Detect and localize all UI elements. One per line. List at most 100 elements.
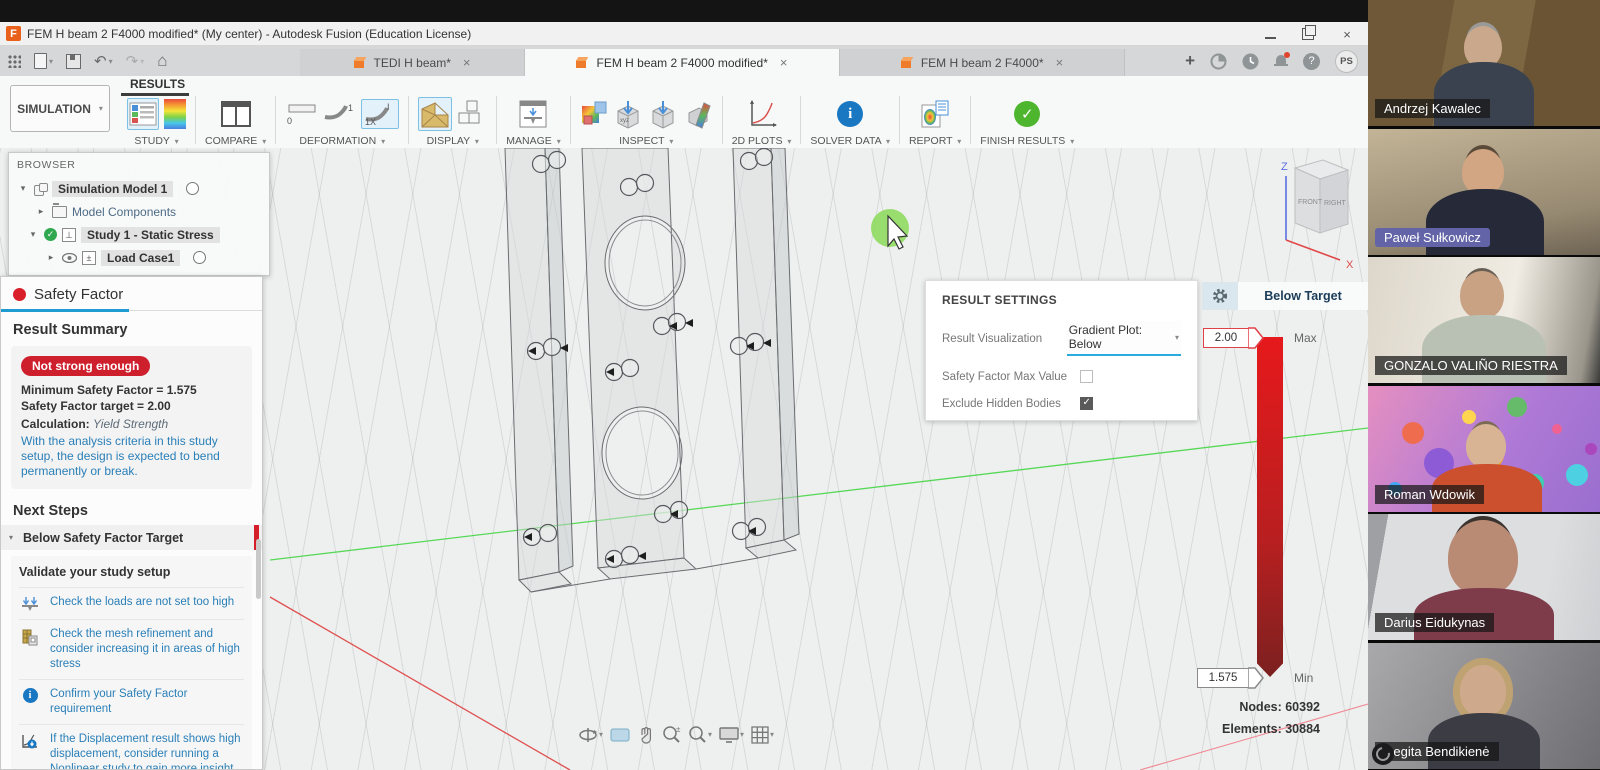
study-details-button[interactable] (127, 98, 159, 130)
deformation-actual-button[interactable]: 1 (322, 101, 356, 127)
fusion-logo-icon: F (6, 26, 21, 41)
meeting-overlay-button[interactable] (1372, 743, 1394, 765)
legend-title: Below Target (1238, 289, 1368, 303)
look-at-button[interactable] (610, 727, 630, 743)
group-label[interactable]: DISPLAY ▾ (427, 135, 479, 147)
next-step-item[interactable]: If the Displacement result shows high di… (19, 724, 244, 770)
group-label[interactable]: FINISH RESULTS ▾ (980, 135, 1074, 147)
deformation-scaled-button[interactable]: I1X (361, 99, 399, 129)
pan-button[interactable] (637, 726, 655, 744)
minimize-button[interactable] (1265, 29, 1276, 39)
participant-tile[interactable]: GONZALO VALIÑO RIESTRA (1368, 257, 1600, 383)
save-icon[interactable] (66, 54, 81, 69)
collapse-icon[interactable]: ▾ (9, 533, 23, 542)
result-visualization-dropdown[interactable]: Gradient Plot: Below ▾ (1067, 321, 1181, 356)
status-badge: Not strong enough (21, 356, 150, 376)
group-label[interactable]: DEFORMATION ▾ (299, 135, 385, 147)
result-summary-heading: Result Summary (1, 312, 262, 342)
new-tab-button[interactable]: + (1185, 51, 1195, 71)
deformation-none-button[interactable]: 0 (285, 101, 317, 127)
component-icon (34, 183, 47, 195)
display-mesh-button[interactable] (418, 97, 452, 131)
group-label[interactable]: REPORT ▾ (909, 135, 961, 147)
group-label[interactable]: STUDY ▾ (134, 135, 178, 147)
activate-radio[interactable] (186, 182, 199, 195)
workspace-selector[interactable]: SIMULATION▾ (10, 85, 110, 132)
2d-plots-button[interactable] (746, 99, 778, 129)
info-icon: i (23, 688, 38, 703)
svg-text:1X: 1X (365, 117, 376, 127)
display-wireframe-button[interactable] (457, 99, 487, 129)
activate-radio[interactable] (193, 251, 206, 264)
redo-button[interactable]: ↷▾ (126, 52, 145, 70)
tree-item-load-case[interactable]: ▸ ± Load Case1 (17, 246, 261, 269)
manage-button[interactable] (518, 99, 548, 129)
next-step-item[interactable]: Check the loads are not set too high (19, 587, 244, 619)
document-tab-tedi[interactable]: TEDI H beam* × (300, 49, 525, 76)
file-menu-button[interactable]: ▾ (34, 53, 53, 69)
clock-icon[interactable] (1242, 53, 1259, 70)
job-status-icon[interactable] (1210, 53, 1227, 70)
display-settings-button[interactable]: ▾ (719, 726, 744, 743)
inspect-point-xyz-button[interactable]: xyz (613, 99, 643, 129)
fit-button[interactable]: ▾ (688, 725, 712, 744)
panel-scrollbar[interactable] (256, 539, 261, 599)
participant-tile[interactable]: Paweł Sułkowicz (1368, 129, 1600, 255)
tree-item-simulation-model[interactable]: ▾ Simulation Model 1 (17, 177, 261, 200)
tree-label: Model Components (72, 205, 176, 219)
undo-button[interactable]: ↶▾ (94, 52, 113, 70)
expand-icon[interactable]: ▸ (35, 206, 47, 217)
legend-settings-button[interactable] (1202, 282, 1238, 310)
restore-button[interactable] (1302, 28, 1314, 40)
grid-settings-button[interactable]: ▾ (751, 726, 774, 744)
below-target-section-header[interactable]: ▾ Below Safety Factor Target (1, 525, 262, 550)
zoom-button[interactable]: ± (662, 725, 681, 744)
expand-icon[interactable]: ▾ (17, 183, 29, 194)
visibility-eye-icon[interactable] (62, 253, 77, 263)
nonlinear-study-icon (21, 733, 39, 750)
group-label[interactable]: SOLVER DATA ▾ (810, 135, 890, 147)
document-tab-f4000[interactable]: FEM H beam 2 F4000* × (840, 49, 1125, 76)
study-legend-button[interactable] (164, 99, 186, 129)
ribbon-tab-results[interactable]: RESULTS (130, 77, 185, 91)
group-label[interactable]: 2D PLOTS ▾ (732, 135, 792, 147)
3d-viewport[interactable]: FRONT RIGHT Z X BROWSER (0, 148, 1368, 770)
finish-results-icon[interactable]: ✓ (1014, 101, 1040, 127)
document-tab-modified[interactable]: FEM H beam 2 F4000 modified* × (525, 49, 840, 76)
tree-item-study1[interactable]: ▾ ✓ ⊥ Study 1 - Static Stress (17, 223, 261, 246)
participant-tile[interactable]: Roman Wdowik (1368, 386, 1600, 512)
safety-factor-max-checkbox[interactable] (1080, 370, 1093, 383)
participant-tile[interactable]: Andrzej Kawalec (1368, 0, 1600, 126)
group-label[interactable]: INSPECT ▾ (619, 135, 673, 147)
participant-tile[interactable]: Regita Bendikienė (1368, 643, 1600, 769)
next-step-item[interactable]: Check the mesh refinement and consider i… (19, 619, 244, 679)
legend-max-chip[interactable]: 2.00 (1203, 328, 1249, 348)
view-cube[interactable]: FRONT RIGHT Z X (1281, 160, 1354, 271)
help-icon[interactable]: ? (1303, 53, 1320, 70)
inspect-probe-button[interactable] (648, 99, 678, 129)
legend-min-chip[interactable]: 1.575 (1197, 668, 1249, 688)
profile-avatar[interactable]: PS (1335, 50, 1358, 73)
tab-close-icon[interactable]: × (780, 55, 788, 70)
expand-icon[interactable]: ▾ (27, 229, 39, 240)
tab-close-icon[interactable]: × (463, 55, 471, 70)
group-label[interactable]: COMPARE ▾ (205, 135, 266, 147)
app-grid-icon[interactable] (8, 55, 21, 68)
tree-item-model-components[interactable]: ▸ Model Components (17, 200, 261, 223)
tab-close-icon[interactable]: × (1056, 55, 1064, 70)
close-button[interactable]: × (1340, 27, 1354, 41)
exclude-hidden-bodies-checkbox[interactable] (1080, 397, 1093, 410)
participant-tile[interactable]: Darius Eidukynas (1368, 514, 1600, 640)
notification-bell-icon[interactable] (1274, 54, 1288, 69)
home-icon[interactable]: ⌂ (157, 51, 167, 71)
group-label[interactable]: MANAGE ▾ (506, 135, 560, 147)
orbit-button[interactable]: ▾ (578, 726, 603, 744)
inspect-results-button[interactable] (580, 100, 608, 128)
next-step-item[interactable]: i Confirm your Safety Factor requirement (19, 679, 244, 724)
inspect-slice-plane-button[interactable] (683, 99, 713, 129)
solver-data-icon[interactable]: i (837, 101, 863, 127)
tab-bar: ▾ ↶▾ ↷▾ ⌂ TEDI H beam* × FEM H beam 2 F4… (0, 46, 1368, 76)
report-button[interactable] (920, 99, 950, 129)
expand-icon[interactable]: ▸ (45, 252, 57, 263)
compare-button[interactable] (220, 100, 252, 128)
